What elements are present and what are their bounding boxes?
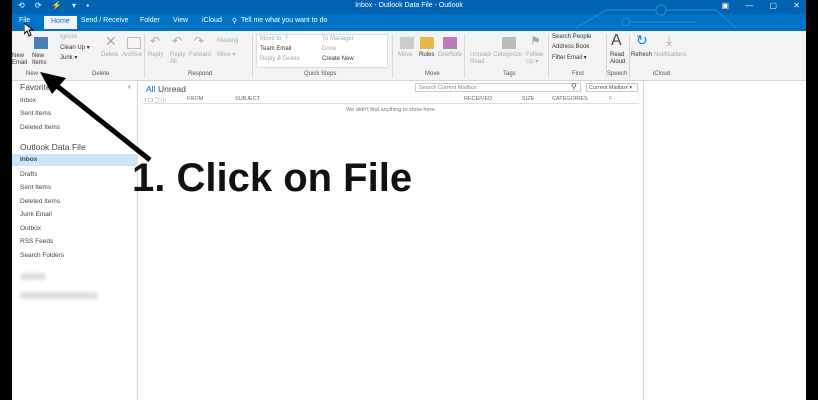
mouse-cursor-icon (24, 23, 34, 37)
tutorial-callout: 1. Click on File (132, 156, 413, 200)
